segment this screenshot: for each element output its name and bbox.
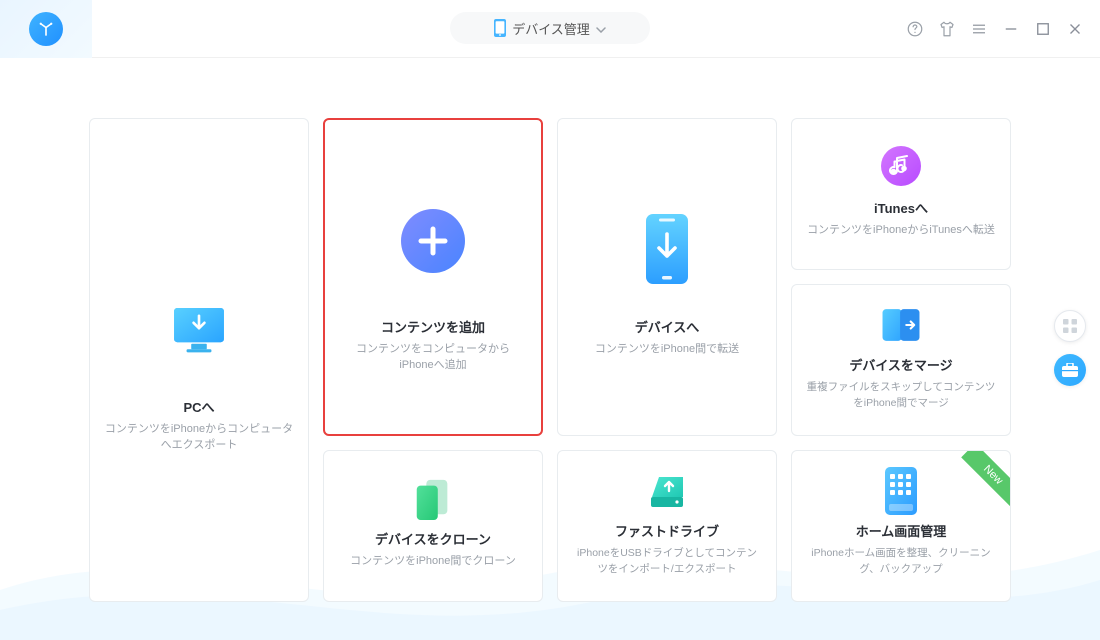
card-desc: コンテンツをiPhone間で転送 xyxy=(595,342,739,358)
monitor-download-icon xyxy=(171,301,227,357)
skin-icon[interactable] xyxy=(938,20,956,38)
category-view-button[interactable] xyxy=(1054,310,1086,342)
maximize-icon[interactable] xyxy=(1034,20,1052,38)
toolbox-button[interactable] xyxy=(1054,354,1086,386)
close-icon[interactable] xyxy=(1066,20,1084,38)
card-desc: コンテンツをiPhone間でクローン xyxy=(350,554,516,570)
card-title: デバイスをクローン xyxy=(375,529,491,548)
card-title: PCへ xyxy=(183,397,214,416)
phones-merge-icon xyxy=(879,303,923,347)
phone-download-icon xyxy=(639,221,695,277)
card-desc: iPhoneホーム画面を整理、クリーニング、バックアップ xyxy=(806,546,996,576)
card-to-device[interactable]: デバイスへ コンテンツをiPhone間で転送 xyxy=(557,118,777,436)
card-title: ファストドライブ xyxy=(615,521,719,540)
card-desc: コンテンツをiPhoneからコンピュータへエクスポート xyxy=(104,422,294,454)
card-desc: iPhoneをUSBドライブとしてコンテンツをインポート/エクスポート xyxy=(572,546,762,576)
card-add-content[interactable]: コンテンツを追加 コンテンツをコンピュータからiPhoneへ追加 xyxy=(323,118,543,436)
device-management-dropdown[interactable]: デバイス管理 xyxy=(450,12,650,44)
phone-icon xyxy=(494,19,506,37)
phones-clone-icon xyxy=(411,477,455,521)
card-title: iTunesへ xyxy=(874,198,928,217)
card-desc: コンテンツをコンピュータからiPhoneへ追加 xyxy=(339,342,527,374)
card-desc: コンテンツをiPhoneからiTunesへ転送 xyxy=(807,223,995,239)
card-export-to-pc[interactable]: PCへ コンテンツをiPhoneからコンピュータへエクスポート xyxy=(89,118,309,602)
card-to-itunes[interactable]: iTunesへ コンテンツをiPhoneからiTunesへ転送 xyxy=(791,118,1011,270)
card-desc: 重複ファイルをスキップしてコンテンツをiPhone間でマージ xyxy=(806,380,996,410)
card-fast-drive[interactable]: ファストドライブ iPhoneをUSBドライブとしてコンテンツをインポート/エク… xyxy=(557,450,777,602)
chevron-down-icon xyxy=(596,21,606,36)
card-title: デバイスへ xyxy=(635,317,700,336)
card-merge-device[interactable]: デバイスをマージ 重複ファイルをスキップしてコンテンツをiPhone間でマージ xyxy=(791,284,1011,436)
dropdown-label: デバイス管理 xyxy=(512,19,590,38)
new-ribbon: New xyxy=(961,450,1011,507)
app-logo[interactable] xyxy=(0,0,92,58)
card-home-screen[interactable]: New ホーム画面管理 iPhoneホーム画面を xyxy=(791,450,1011,602)
app-grid-icon xyxy=(879,469,923,513)
card-clone-device[interactable]: デバイスをクローン コンテンツをiPhone間でクローン xyxy=(323,450,543,602)
card-title: コンテンツを追加 xyxy=(381,317,485,336)
help-icon[interactable] xyxy=(906,20,924,38)
plus-circle-icon xyxy=(397,205,469,277)
card-title: ホーム画面管理 xyxy=(856,521,947,540)
menu-icon[interactable] xyxy=(970,20,988,38)
itunes-icon xyxy=(879,144,923,188)
drive-upload-icon xyxy=(645,469,689,513)
minimize-icon[interactable] xyxy=(1002,20,1020,38)
card-title: デバイスをマージ xyxy=(849,355,952,374)
